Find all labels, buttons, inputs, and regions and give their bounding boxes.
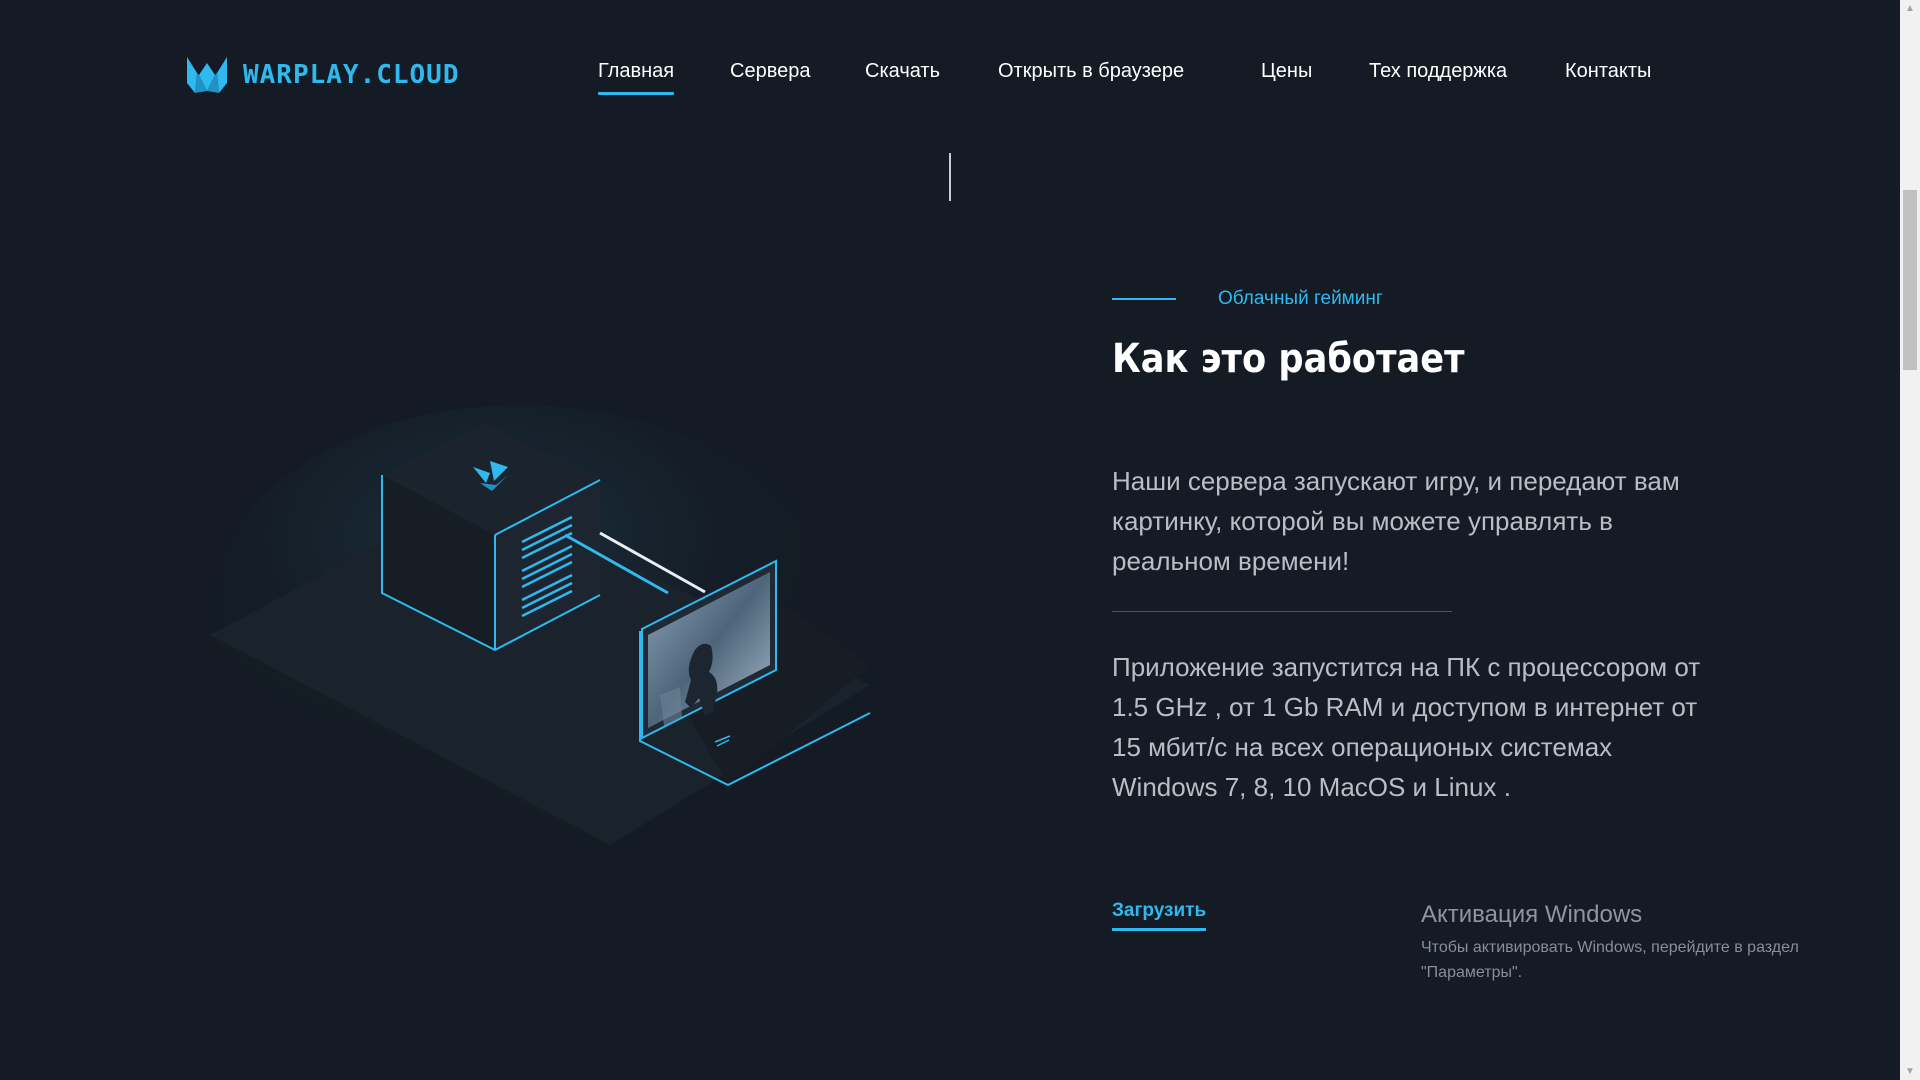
download-link[interactable]: Загрузить: [1112, 900, 1207, 931]
nav-item-home[interactable]: Главная: [598, 60, 675, 95]
nav-item-servers[interactable]: Сервера: [730, 60, 810, 83]
nav-item-download[interactable]: Скачать: [865, 60, 940, 83]
nav-item-label: Цены: [1261, 60, 1313, 82]
arrow-up-icon[interactable]: ▲: [1900, 0, 1920, 17]
nav-item-label: Контакты: [1565, 60, 1652, 82]
scrollbar-thumb[interactable]: [1903, 190, 1917, 370]
warplay-logo-icon: [187, 57, 227, 93]
eyebrow-text: Облачный гейминг: [1218, 288, 1383, 309]
description-paragraph-2: Приложение запустится на ПК с процессоро…: [1112, 652, 1701, 802]
nav-item-label: Сервера: [730, 60, 811, 82]
activation-text: Чтобы активировать Windows, перейдите в …: [1421, 939, 1799, 981]
nav-item-label: Тех поддержка: [1369, 60, 1508, 82]
nav-item-contacts[interactable]: Контакты: [1565, 60, 1651, 83]
vertical-scrollbar[interactable]: ▲ ▼: [1900, 0, 1920, 1080]
cloud-gaming-illustration: [206, 405, 871, 850]
eyebrow-line: [1112, 298, 1176, 300]
nav-item-label: Скачать: [865, 60, 940, 82]
vertical-divider: [949, 153, 951, 201]
nav-item-label: Открыть в браузере: [998, 60, 1185, 82]
section-eyebrow: Облачный гейминг: [1112, 288, 1383, 310]
description-paragraph-1: Наши сервера запускают игру, и передают …: [1112, 466, 1680, 576]
horizontal-divider: [1112, 611, 1452, 612]
arrow-down-icon[interactable]: ▼: [1900, 1063, 1920, 1080]
section-title: Как это работает: [1112, 336, 1465, 382]
nav-item-support[interactable]: Тех поддержка: [1369, 60, 1507, 83]
activation-title: Активация Windows: [1421, 901, 1643, 928]
nav-item-open-browser[interactable]: Открыть в браузере: [998, 60, 1184, 83]
logo[interactable]: WARPLAY.CLOUD: [185, 55, 460, 95]
nav-active-underline: [598, 92, 675, 95]
logo-text: WARPLAY.CLOUD: [243, 60, 460, 90]
windows-activation-watermark: Активация Windows Чтобы активировать Win…: [1421, 901, 1861, 985]
page: WARPLAY.CLOUD Главная Сервера Скачать От…: [0, 0, 1900, 1080]
nav-item-prices[interactable]: Цены: [1261, 60, 1312, 83]
nav-item-label: Главная: [598, 60, 675, 82]
